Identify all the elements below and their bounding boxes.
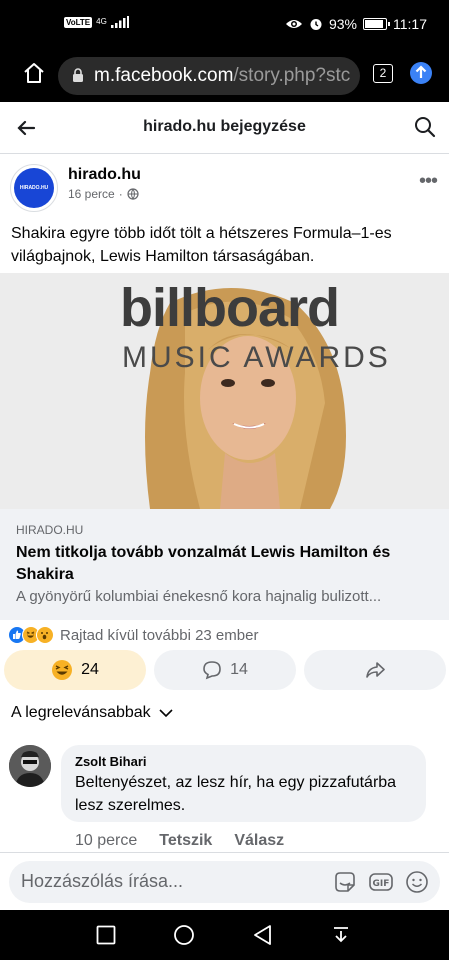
address-bar[interactable]: m.facebook.com/story.php?stc [58,57,360,95]
share-icon [366,662,385,678]
link-domain: HIRADO.HU [16,523,84,537]
update-icon[interactable] [410,62,432,84]
page-title: hirado.hu bejegyzése [143,118,306,135]
comment-like-button[interactable]: Tetszik [159,832,212,850]
link-description: A gyönyörű kolumbiai énekesnő kora hajna… [16,588,382,605]
reaction-summary[interactable]: Rajtad kívül további 23 ember [8,624,258,646]
more-options-icon[interactable]: ••• [419,170,438,193]
search-icon[interactable] [413,115,437,139]
clock: 11:17 [393,16,427,32]
image-signage-bottom: MUSIC AWARDS [122,341,391,374]
battery-icon [363,18,390,30]
haha-emoji-icon [52,660,73,680]
comment-button[interactable]: 14 [154,650,296,690]
reaction-button[interactable]: 24 [4,650,146,690]
comment-input[interactable]: Hozzászólás írása... GIF [9,861,440,903]
comment-bubble: Zsolt Bihari Beltenyészet, az lesz hír, … [61,745,426,822]
url-text: m.facebook.com/story.php?stc [94,65,350,87]
home-icon[interactable] [22,61,46,85]
image-signage-top: billboard [120,278,340,338]
compose-icons: GIF [332,869,430,895]
comment-text: Beltenyészet, az lesz hír, ha egy pizzaf… [75,774,397,814]
wow-icon [36,626,54,644]
status-bar: VoLTE 4G 93% 11:17 [0,0,449,52]
system-nav-bar [0,910,449,960]
comment-author[interactable]: Zsolt Bihari [75,754,147,769]
compose-bar: Hozzászólás írása... GIF [0,852,449,910]
post-image[interactable]: billboard MUSIC AWARDS [0,273,449,509]
status-right: 93% 11:17 [285,16,427,32]
tab-switcher[interactable]: 2 [373,64,393,83]
share-button[interactable] [304,650,446,690]
recents-icon[interactable] [96,925,116,945]
link-title: Nem titkolja tovább vonzalmát Lewis Hami… [16,544,391,583]
signal-icon [110,16,129,28]
lock-icon [73,68,83,82]
gif-icon[interactable]: GIF [368,869,394,895]
battery-percent: 93% [328,16,357,32]
alarm-icon [310,19,322,30]
reaction-count: 24 [81,661,99,678]
back-button-icon[interactable] [252,924,274,946]
sticker-icon[interactable] [332,869,358,895]
svg-text:GIF: GIF [373,879,390,889]
post-meta: 16 perce · [68,187,139,201]
browser-toolbar: m.facebook.com/story.php?stc 2 [0,52,449,102]
comment-sort-dropdown[interactable]: A legrelevánsabbak [11,704,173,722]
post-time[interactable]: 16 perce [68,187,115,201]
comment-reply-button[interactable]: Válasz [234,832,284,850]
globe-icon [127,188,139,200]
network-indicators: VoLTE 4G [64,16,129,28]
page-name[interactable]: hirado.hu [68,166,141,184]
eye-icon [285,20,302,28]
page-header: hirado.hu bejegyzése [0,102,449,154]
comment-input-placeholder: Hozzászólás írása... [21,871,184,891]
home-button-icon[interactable] [173,924,195,946]
reaction-text: Rajtad kívül további 23 ember [60,626,259,644]
comment-count: 14 [230,661,248,678]
page-avatar[interactable]: HIRADO.HU [10,164,58,212]
notification-pull-icon[interactable] [330,924,352,946]
comment-time: 10 perce [75,832,138,849]
commenter-avatar[interactable] [9,745,51,787]
comment-icon [203,661,221,680]
emoji-icon[interactable] [404,869,430,895]
comment-actions: 10 perce Tetszik Válasz [75,832,284,850]
url-host: m.facebook.com [94,65,234,86]
page-avatar-logo: HIRADO.HU [14,168,54,208]
post-actions: 24 14 [4,650,446,690]
post-text: Shakira egyre több időt tölt a hétszeres… [11,225,392,265]
chevron-down-icon [159,709,173,718]
volte-badge: VoLTE [64,16,93,28]
url-path: /story.php?stc [233,65,351,86]
network-type: 4G [96,17,107,26]
meta-separator: · [118,187,123,201]
link-preview-card[interactable]: HIRADO.HU Nem titkolja tovább vonzalmát … [0,509,449,620]
post-header: HIRADO.HU hirado.hu 16 perce · ••• [0,156,449,216]
sort-label: A legrelevánsabbak [11,704,151,721]
